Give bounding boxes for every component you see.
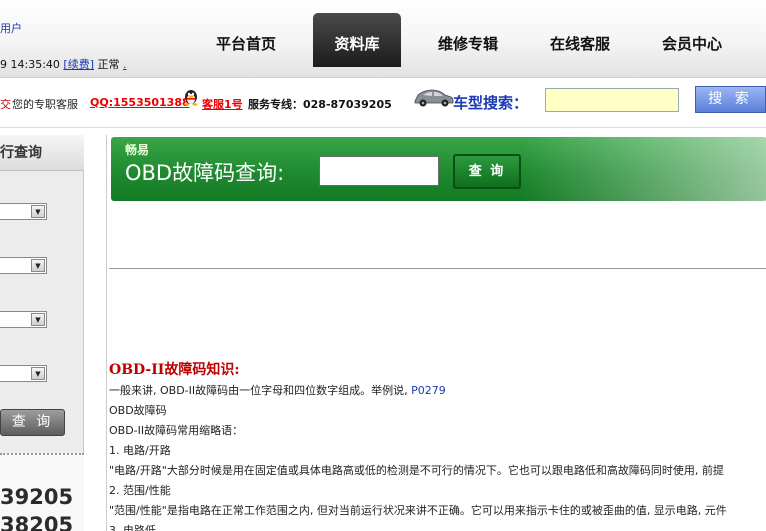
user-link[interactable]: 用户 [0,20,22,36]
nav-member-center[interactable]: 会员中心 [642,13,742,67]
obd-title: OBD故障码查询: [125,161,285,185]
sidebar-phone-line: 39205 [0,485,74,509]
page: 用户 9 14:35:40 [续费] 正常 . 平台首页 资料库 维修专辑 在线… [0,0,766,531]
sidebar-title: 行查询 [0,135,84,171]
renew-link[interactable]: [续费] [63,58,94,71]
obd-code-input[interactable] [319,156,439,186]
obd-search-banner: 畅易 OBD故障码查询: 查 询 [111,137,766,201]
knowledge-text: 一般来讲, OBD-II故障码由一位字母和四位数字组成。举例说, [109,384,408,397]
chevron-down-icon[interactable]: ▼ [31,367,45,380]
service-bar: 交 您的专职客服 QQ:1553501388 客服1号 服务专线：028-870… [0,78,766,128]
knowledge-line: 3. 电路低 [109,524,156,531]
knowledge-line: OBD故障码 [109,404,167,417]
knowledge-line: "电路/开路"大部分时候是用在固定值或具体电路高或低的检测是不可行的情况下。它也… [109,464,724,477]
sidebar-phone-line: 38205 [0,513,74,531]
sidebar-select-3[interactable]: ▼ [0,311,47,328]
top-header: 用户 9 14:35:40 [续费] 正常 . 平台首页 资料库 维修专辑 在线… [0,0,766,78]
main-content: 畅易 OBD故障码查询: 查 询 OBD-II故障码知识: 一般来讲, OBD-… [106,135,766,531]
car-search-button[interactable]: 搜 索 [695,86,766,113]
account-status: 正常 [97,58,120,71]
chevron-down-icon[interactable]: ▼ [31,313,45,326]
knowledge-line: "范围/性能"是指电路在正常工作范围之内, 但对当前运行状况来讲不正确。它可以用… [109,504,727,517]
qq-penguin-icon[interactable] [182,88,200,106]
sidebar-query-button[interactable]: 查 询 [0,409,65,436]
knowledge-line: 1. 电路/开路 [109,444,171,457]
nav-database[interactable]: 资料库 [313,13,401,67]
chevron-down-icon[interactable]: ▼ [31,205,45,218]
nav-home[interactable]: 平台首页 [196,13,296,67]
knowledge-line: 一般来讲, OBD-II故障码由一位字母和四位数字组成。举例说, P0279 [109,382,446,398]
sidebar-phone-box: 39205 38205 [0,453,84,531]
knowledge-line: 2. 范围/性能 [109,484,171,497]
nav-online-service[interactable]: 在线客服 [530,13,630,67]
car-search-label: 车型搜索： [453,94,529,112]
obd-query-button[interactable]: 查 询 [453,154,521,189]
main-nav: 平台首页 资料库 维修专辑 在线客服 会员中心 [196,13,754,67]
service-prefix: 交 [0,98,11,111]
car-icon [414,89,454,107]
trail-link[interactable]: . [123,58,127,71]
qq-link[interactable]: QQ:1553501388 [90,96,190,109]
login-time: 9 14:35:40 [0,58,60,71]
knowledge-line: OBD-II故障码常用缩略语： [109,424,244,437]
knowledge-title: OBD-II故障码知识: [109,362,240,378]
service-hotline: 服务专线：028-87039205 [248,98,392,111]
service-label: 您的专职客服 [12,98,78,111]
divider [109,268,766,269]
brand-label: 畅易 [125,143,150,157]
car-search-input[interactable] [545,88,679,112]
sidebar-select-1[interactable]: ▼ [0,203,47,220]
left-sidebar: 行查询 ▼ ▼ ▼ ▼ 查 询 39205 38205 [0,135,84,531]
nav-repair-albums[interactable]: 维修专辑 [418,13,518,67]
sidebar-select-4[interactable]: ▼ [0,365,47,382]
kefu-link[interactable]: 客服1号 [202,96,243,112]
example-code: P0279 [411,384,446,397]
login-info: 9 14:35:40 [续费] 正常 . [0,56,127,72]
chevron-down-icon[interactable]: ▼ [31,259,45,272]
sidebar-select-2[interactable]: ▼ [0,257,47,274]
